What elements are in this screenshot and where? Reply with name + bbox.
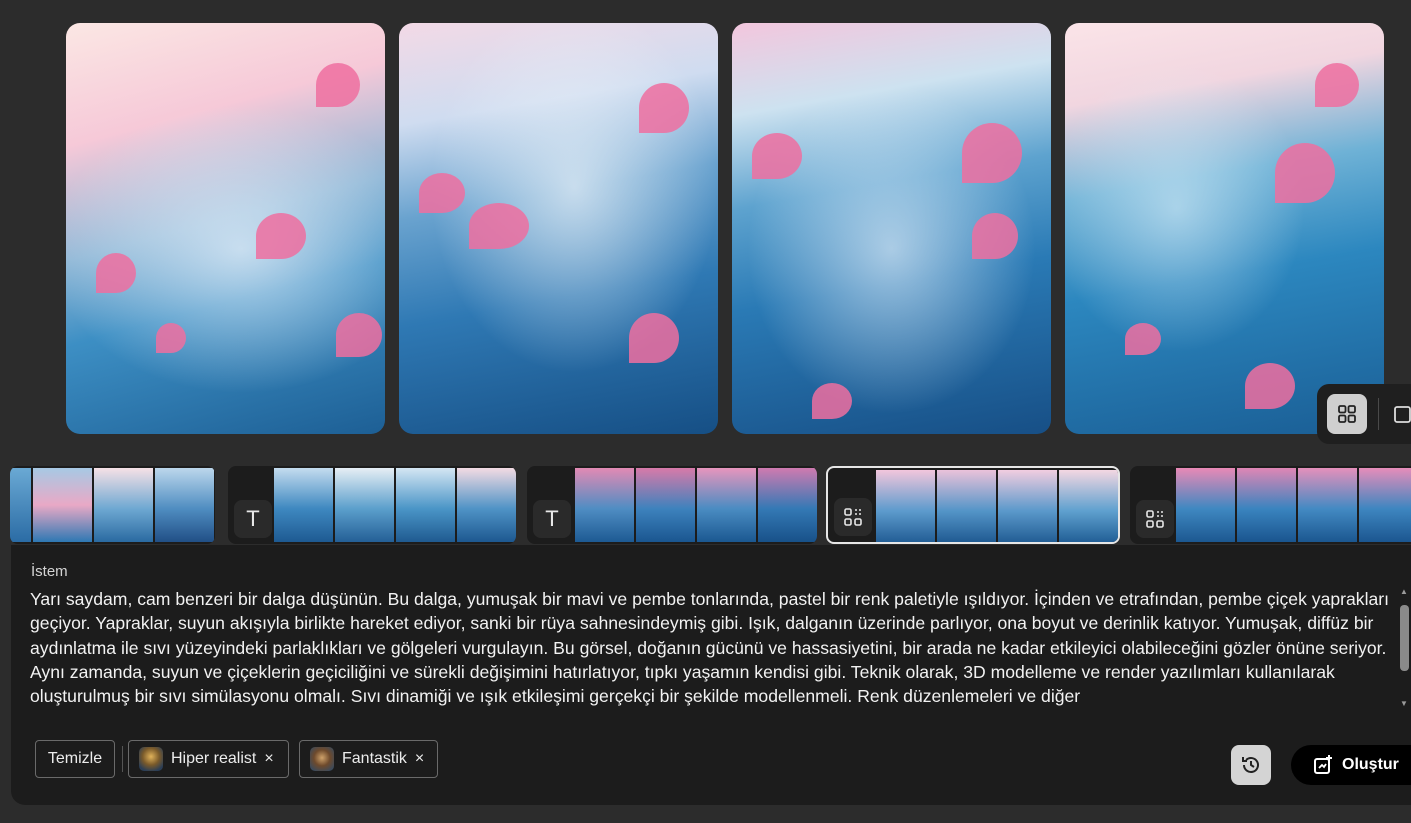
- style-thumb-icon: [139, 747, 163, 771]
- style-tag-hyper-realist[interactable]: Hiper realist ×: [128, 740, 289, 778]
- history-icon: [1242, 757, 1259, 773]
- clear-button[interactable]: Temizle: [35, 740, 115, 778]
- clear-label: Temizle: [47, 750, 103, 767]
- prompt-input[interactable]: Yarı saydam, cam benzeri bir dalga düşün…: [30, 587, 1395, 715]
- prompt-scrollbar[interactable]: ▲ ▼: [1398, 587, 1411, 712]
- generation-history-strip: T T: [0, 466, 1411, 546]
- remove-tag-icon[interactable]: ×: [415, 750, 424, 768]
- text-icon: T: [234, 500, 272, 538]
- generated-image-4[interactable]: [1065, 23, 1384, 434]
- scroll-up-icon[interactable]: ▲: [1400, 587, 1408, 596]
- view-toggle: [1317, 384, 1411, 444]
- controls-divider: [122, 746, 123, 772]
- square-icon: [1394, 406, 1411, 423]
- scroll-thumb[interactable]: [1400, 605, 1409, 671]
- history-group-4-selected[interactable]: [826, 466, 1120, 544]
- generated-image-2[interactable]: [399, 23, 718, 434]
- style-thumb-icon: [310, 747, 334, 771]
- generated-image-1[interactable]: [66, 23, 385, 434]
- history-group-3[interactable]: T: [527, 466, 817, 544]
- generated-image-3[interactable]: [732, 23, 1051, 434]
- style-tag-fantastic[interactable]: Fantastik ×: [299, 740, 438, 778]
- history-button[interactable]: [1231, 745, 1271, 785]
- style-icon: [834, 498, 872, 536]
- prompt-panel: İstem Yarı saydam, cam benzeri bir dalga…: [11, 545, 1411, 805]
- tag-label: Fantastik: [342, 750, 407, 767]
- generate-label: Oluştur: [1342, 756, 1399, 773]
- tag-label: Hiper realist: [171, 750, 257, 767]
- single-view-button[interactable]: [1387, 394, 1411, 434]
- scroll-down-icon[interactable]: ▼: [1400, 699, 1408, 708]
- prompt-label: İstem: [31, 563, 68, 580]
- grid-view-button[interactable]: [1327, 394, 1367, 434]
- text-icon: T: [533, 500, 571, 538]
- style-icon: [1136, 500, 1174, 538]
- generate-button[interactable]: Oluştur: [1291, 745, 1411, 785]
- history-group-1[interactable]: [10, 466, 215, 544]
- toggle-divider: [1378, 398, 1379, 430]
- generate-icon: [1314, 755, 1332, 774]
- history-group-2[interactable]: T: [228, 466, 516, 544]
- history-group-5[interactable]: [1130, 466, 1411, 544]
- remove-tag-icon[interactable]: ×: [264, 750, 273, 768]
- grid-icon: [1338, 405, 1356, 423]
